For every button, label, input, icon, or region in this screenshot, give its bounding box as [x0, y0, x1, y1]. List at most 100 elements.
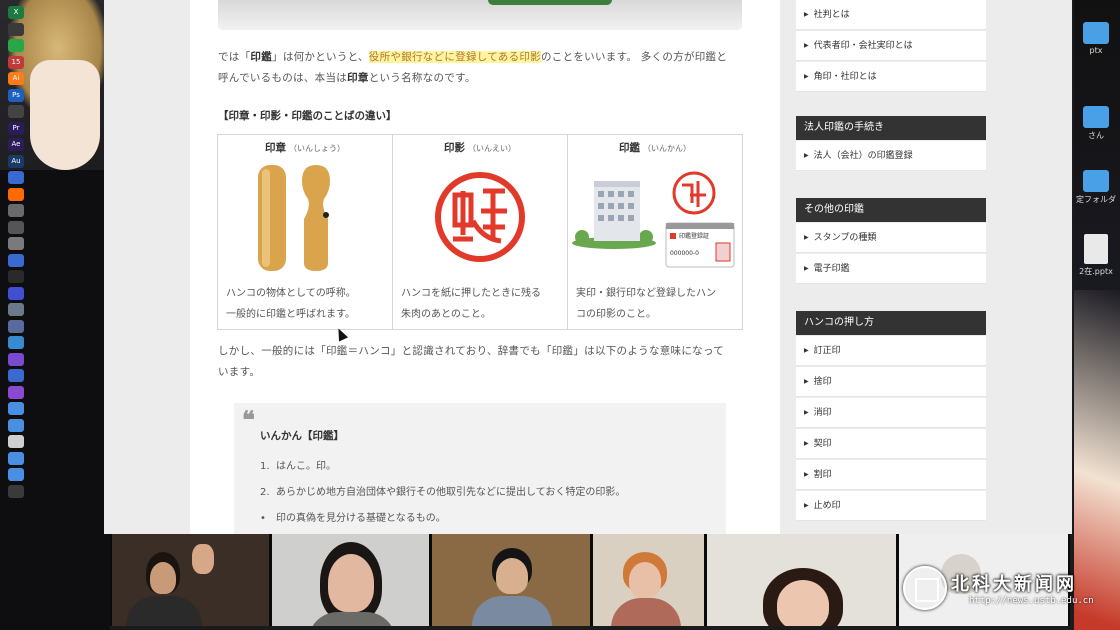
dictionary-blockquote: ❝ いんかん【印鑑】 1. はんこ。印。 2. あらかじめ地方自治団体や銀行その他取…	[234, 403, 726, 534]
hero-button[interactable]	[488, 0, 612, 5]
participant-face	[150, 562, 176, 594]
participant-body	[308, 612, 397, 626]
participant-body	[610, 598, 681, 626]
sidebar-link[interactable]: スタンプの種類	[796, 223, 986, 253]
participant-tile[interactable]	[706, 534, 896, 626]
wallpaper-character-face	[30, 60, 100, 170]
folder-icon	[1083, 22, 1109, 44]
comparison-table: 印章 （いんしょう） ハンコの物体としての呼称。 一般的に印鑑と呼ばれます。 印影…	[217, 134, 743, 330]
sidebar-link[interactable]: 訂正印	[796, 336, 986, 366]
dock-app-icon[interactable]	[8, 435, 24, 448]
dock-app-icon[interactable]: Pr	[8, 121, 24, 135]
intro-paragraph: では「印鑑」は何かというと、役所や銀行などに登録してある印影のことをいいます。 …	[218, 51, 728, 84]
desktop-folder-icon[interactable]: ptx	[1072, 22, 1120, 55]
definition-subitem: • 印の真偽を見分ける基礎となるもの。	[260, 513, 446, 524]
dock-app-icon[interactable]	[8, 270, 24, 283]
column-description: ハンコの物体としての呼称。 一般的に印鑑と呼ばれます。	[226, 288, 356, 320]
sidebar-link[interactable]: 角印・社印とは	[796, 62, 986, 92]
column-description: 実印・銀行印など登録したハン コの印影のこと。	[576, 288, 716, 320]
participant-face	[328, 554, 375, 612]
definition-list: 1. はんこ。印。 2. あらかじめ地方自治団体や銀行その他取引先などに提出しておく…	[260, 457, 625, 527]
dock-app-icon[interactable]: X	[8, 6, 24, 19]
watermark-url: http://news.ustb.edu.cn	[969, 596, 1094, 606]
sidebar-link[interactable]: 社判とは	[796, 0, 986, 30]
dock-app-icon[interactable]: Au	[8, 154, 24, 168]
participant-tile[interactable]	[272, 534, 430, 626]
document-icon	[1084, 234, 1108, 264]
sidebar-section-header: 法人印鑑の手続き	[796, 116, 986, 140]
sidebar-link[interactable]: 割印	[796, 460, 986, 490]
column-title: 印影 （いんえい）	[444, 142, 516, 154]
dock-app-icon[interactable]	[8, 451, 24, 465]
sidebar-link[interactable]: 電子印鑑	[796, 254, 986, 284]
desktop-wallpaper-right	[1074, 0, 1120, 630]
quote-mark-icon: ❝	[242, 405, 255, 434]
sidebar-link[interactable]: 契印	[796, 429, 986, 459]
desktop-folder-icon[interactable]: 定フォルダ	[1072, 170, 1120, 205]
dock-app-icon[interactable]	[8, 468, 24, 481]
dock-app-icon[interactable]: Ae	[8, 138, 24, 151]
watermark: 北科大新闻网 http://news.ustb.edu.cn	[903, 566, 1103, 616]
dock-app-icon[interactable]	[8, 402, 24, 415]
comparison-column-insho: 印章 （いんしょう） ハンコの物体としての呼称。 一般的に印鑑と呼ばれます。	[218, 135, 393, 329]
dock-app-icon[interactable]: Ps	[8, 88, 24, 102]
desktop-item-label: ptx	[1089, 46, 1103, 55]
desktop-item-label: 2在.pptx	[1079, 267, 1113, 276]
column-description: ハンコを紙に押したときに残る 朱肉のあとのこと。	[401, 288, 541, 320]
university-seal-icon	[903, 566, 947, 610]
dock-app-icon[interactable]	[8, 385, 24, 399]
dock-app-icon[interactable]	[8, 418, 24, 432]
macos-dock: X 15 Ai Ps Pr Ae Au	[5, 6, 27, 616]
dock-app-icon[interactable]	[8, 105, 24, 118]
card-label: 印鑑登録証	[679, 232, 709, 240]
dock-app-icon[interactable]	[8, 237, 24, 250]
sidebar-link[interactable]: 消印	[796, 398, 986, 428]
dock-app-icon[interactable]	[8, 369, 24, 382]
registration-illustration: 印鑑登録証 000000-0	[568, 161, 742, 281]
card-number: 000000-0	[670, 250, 699, 257]
participant-face	[496, 558, 529, 594]
dock-app-icon[interactable]	[8, 319, 24, 333]
dock-app-icon[interactable]	[8, 286, 24, 300]
sidebar-link[interactable]: 捨印	[796, 367, 986, 397]
browser-window: では「印鑑」は何かというと、役所や銀行などに登録してある印影のことをいいます。 …	[104, 0, 1072, 534]
hanko-stick-image	[218, 161, 392, 281]
dock-app-icon[interactable]	[8, 336, 24, 349]
desktop-folder-icon[interactable]: さん	[1072, 106, 1120, 141]
sidebar-link[interactable]: 止め印	[796, 491, 986, 521]
hero-image	[218, 0, 742, 30]
definition-item: 2. あらかじめ地方自治団体や銀行その他取引先などに提出しておく特定の印影。	[260, 487, 626, 498]
dock-app-icon[interactable]	[8, 220, 24, 234]
dock-app-icon[interactable]	[8, 187, 24, 201]
participant-face	[628, 562, 661, 598]
dock-app-icon[interactable]: Ai	[8, 72, 24, 85]
desktop-file-icon[interactable]: 2在.pptx	[1072, 234, 1120, 277]
article-page: では「印鑑」は何かというと、役所や銀行などに登録してある印影のことをいいます。 …	[190, 0, 780, 534]
column-title: 印章 （いんしょう）	[265, 142, 345, 154]
participant-tile[interactable]	[112, 534, 270, 626]
desktop-item-label: 定フォルダ	[1076, 195, 1116, 204]
dock-app-icon[interactable]	[8, 253, 24, 267]
dock-app-icon[interactable]	[8, 303, 24, 316]
dock-app-icon[interactable]	[8, 352, 24, 366]
dock-app-icon[interactable]	[8, 171, 24, 184]
definition-item: 1. はんこ。印。	[260, 461, 336, 472]
dock-app-icon[interactable]	[8, 204, 24, 217]
desktop-item-label: さん	[1088, 131, 1104, 140]
folder-icon	[1083, 170, 1109, 192]
dock-app-icon[interactable]	[8, 484, 24, 498]
section-title: 【印章・印影・印鑑のことばの違い】	[218, 110, 397, 122]
participant-body	[472, 596, 553, 626]
participant-body	[126, 596, 202, 626]
participant-tile[interactable]	[592, 534, 704, 626]
dock-app-icon[interactable]: 15	[8, 55, 24, 69]
dock-app-icon[interactable]	[8, 22, 24, 36]
sidebar-link[interactable]: 法人（会社）の印鑑登録	[796, 141, 986, 171]
sidebar-link[interactable]: 代表者印・会社実印とは	[796, 31, 986, 61]
dock-app-icon[interactable]	[8, 39, 24, 52]
comparison-column-inei: 印影 （いんえい） ハンコを紙に押したときに残る 朱肉のあとのこと。	[393, 135, 568, 329]
quote-title: いんかん【印鑑】	[260, 430, 344, 442]
participant-tile[interactable]	[432, 534, 590, 626]
participant-hand	[192, 544, 214, 574]
sidebar-section-header: その他の印鑑	[796, 198, 986, 222]
